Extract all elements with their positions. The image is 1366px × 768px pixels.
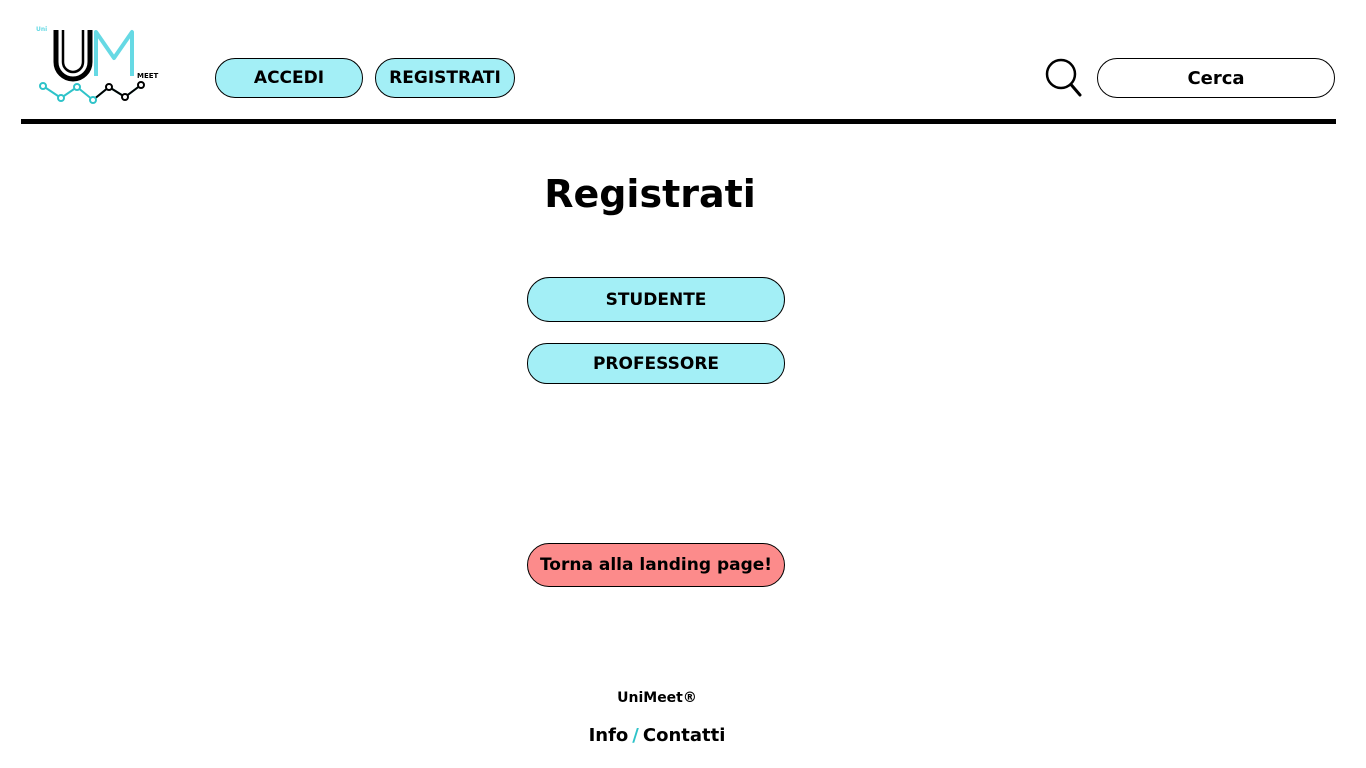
logo-graphic: Uni MEET [36,26,159,104]
nav-accedi-button[interactable]: ACCEDI [215,58,363,98]
page-title: Registrati [544,172,756,216]
footer-links: Info / Contatti [0,725,1314,746]
footer-info-link[interactable]: Info [589,725,629,746]
header-divider [21,119,1336,124]
unimeet-logo[interactable]: Uni MEET [34,24,174,110]
search-input[interactable]: Cerca [1097,58,1335,98]
back-to-landing-button[interactable]: Torna alla landing page! [527,543,785,587]
nav-registrati-button[interactable]: REGISTRATI [375,58,515,98]
studente-button[interactable]: STUDENTE [527,277,785,322]
search-icon[interactable] [1044,57,1084,99]
footer-brand: UniMeet® [617,690,697,706]
footer-separator: / [632,725,639,746]
logo-small-text-left: Uni [36,26,47,33]
footer-contatti-link[interactable]: Contatti [643,725,726,746]
professore-button[interactable]: PROFESSORE [527,343,785,384]
logo-small-text-right: MEET [137,72,159,80]
